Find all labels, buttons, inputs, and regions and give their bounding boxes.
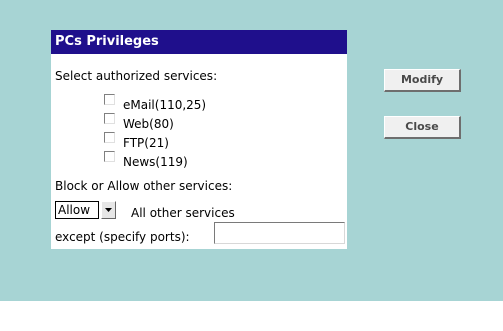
news-checkbox[interactable] [104, 150, 115, 162]
policy-select[interactable]: Allow [55, 201, 118, 219]
except-ports-input[interactable] [214, 222, 345, 244]
panel-title: PCs Privileges [51, 30, 347, 54]
ftp-checkbox[interactable] [104, 131, 115, 143]
service-option-ftp[interactable]: FTP(21) [104, 131, 169, 150]
news-label: News(119) [123, 155, 188, 169]
pc-privileges-panel: PCs Privileges Select authorized service… [51, 30, 347, 249]
email-label: eMail(110,25) [123, 98, 207, 112]
service-option-email[interactable]: eMail(110,25) [104, 93, 207, 112]
web-label: Web(80) [123, 117, 174, 131]
block-allow-label: Block or Allow other services: [55, 179, 233, 193]
except-ports-label: except (specify ports): [55, 230, 190, 244]
close-button[interactable]: Close [384, 116, 461, 139]
select-arrow-button[interactable] [101, 201, 116, 219]
chevron-down-icon [105, 208, 112, 212]
policy-select-value[interactable]: Allow [55, 201, 99, 219]
page: PCs Privileges Select authorized service… [0, 0, 503, 331]
ftp-label: FTP(21) [123, 136, 169, 150]
services-label: Select authorized services: [55, 69, 218, 83]
all-other-services-label: All other services [131, 206, 235, 220]
modify-button[interactable]: Modify [384, 69, 461, 92]
email-checkbox[interactable] [104, 93, 115, 105]
web-checkbox[interactable] [104, 112, 115, 124]
service-option-news[interactable]: News(119) [104, 150, 188, 169]
service-option-web[interactable]: Web(80) [104, 112, 174, 131]
